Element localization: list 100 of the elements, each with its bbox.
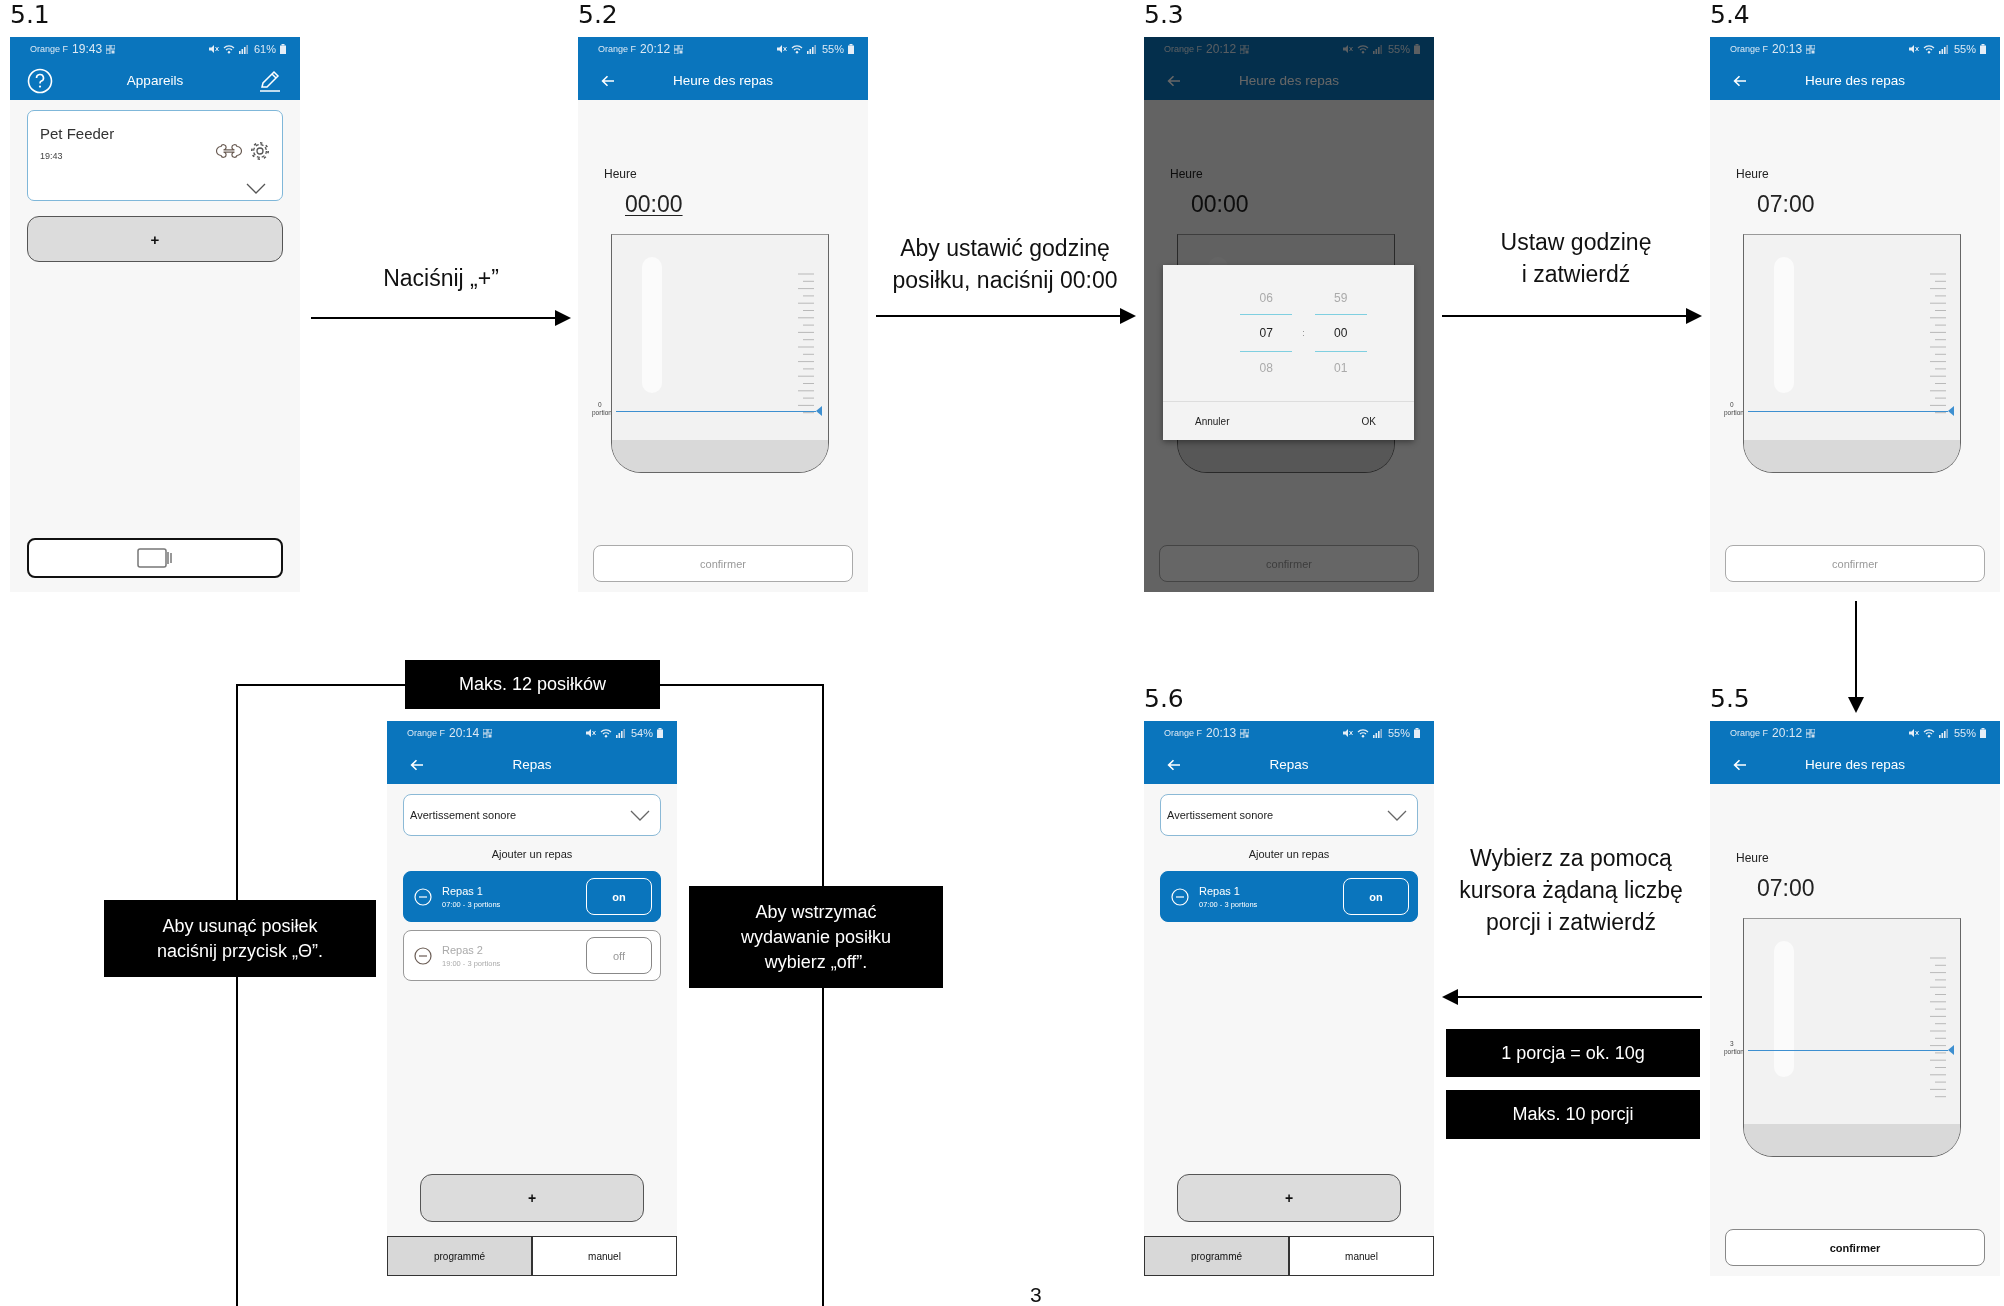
battery-percent: 54% [630,727,653,739]
device-time: 19:43 [40,151,63,161]
screen-title: Heure des repas [672,73,774,88]
mute-icon [775,44,787,54]
signal-icon [1938,728,1948,738]
wifi-icon [599,728,612,738]
chevron-down-icon[interactable] [246,183,266,194]
mute-icon [1341,44,1353,54]
back-icon[interactable] [1733,74,1747,87]
toggle-button[interactable]: on [586,878,652,915]
chevron-down-icon [1387,809,1407,821]
ok-button[interactable]: OK [1357,411,1380,431]
add-meal-link[interactable]: Ajouter un repas [491,848,573,860]
status-time: 20:13 [1772,42,1803,56]
step-number: 5.1 [10,0,50,30]
time-separator: : [1302,328,1305,338]
mute-icon [1341,728,1353,738]
minute-option[interactable]: 00 [1314,314,1367,352]
confirm-button[interactable]: confirmer [1725,1229,1985,1266]
callout-label: Maks. 12 posiłków [405,660,660,709]
battery-icon [1980,728,1986,738]
instruction-text: Ustaw godzinę i zatwierdź [1499,228,1653,289]
cancel-button[interactable]: Annuler [1191,411,1234,431]
battery-icon [848,44,854,54]
wifi-icon [1922,728,1935,738]
battery-icon [657,728,663,738]
carrier-name: Orange F [407,728,446,738]
wifi-icon [1922,44,1935,54]
device-button[interactable] [27,538,283,578]
slider-thumb[interactable] [816,406,822,416]
settings-icon[interactable] [250,141,270,161]
meal-name: Repas 1 [442,884,484,897]
sound-dropdown[interactable]: Avertissement sonore [403,794,661,836]
qr-code-icon [106,44,116,54]
device-card[interactable]: Pet Feeder 19:43 [27,110,283,201]
mode-tab[interactable]: manuel [1289,1236,1434,1276]
screen-title: Heure des repas [1804,73,1906,88]
rectangle-icon [137,547,173,569]
time-label: Heure [1736,167,1769,181]
status-time: 20:13 [1206,726,1237,740]
toggle-button[interactable]: on [1343,878,1409,915]
back-icon[interactable] [1167,758,1181,771]
instruction-text: Naciśnij „+” [382,264,500,293]
mode-tab[interactable]: manuel [532,1236,677,1276]
hour-option[interactable]: 07 [1240,314,1293,352]
status-time: 20:12 [1206,42,1237,56]
pencil-icon[interactable] [258,68,282,93]
wifi-icon [1356,44,1369,54]
signal-icon [806,44,816,54]
meal-name: Repas 1 [1199,884,1241,897]
instruction-text: Aby ustawić godzinę posiłku, naciśnij 00:00 [891,234,1119,295]
mute-icon [1907,728,1919,738]
page-number: 3 [1030,1283,1042,1306]
screen-title: Heure des repas [1804,757,1906,772]
mode-tab[interactable]: programmé [1144,1236,1289,1276]
add-meal-link[interactable]: Ajouter un repas [1248,848,1330,860]
device-name: Pet Feeder [40,125,115,142]
help-icon[interactable] [27,67,53,94]
qr-code-icon [674,44,684,54]
signal-icon [615,728,625,738]
add-button[interactable]: + [27,216,283,262]
sound-dropdown[interactable]: Avertissement sonore [1160,794,1418,836]
carrier-name: Orange F [598,44,637,54]
step-number: 5.6 [1144,684,1184,714]
battery-percent: 55% [821,43,844,55]
back-icon[interactable] [410,758,424,771]
remove-icon[interactable] [414,946,432,965]
carrier-name: Orange F [1164,728,1203,738]
qr-code-icon [1806,44,1816,54]
battery-percent: 61% [253,43,276,55]
battery-percent: 55% [1953,727,1976,739]
slider-thumb[interactable] [1948,1045,1954,1055]
back-icon[interactable] [1733,758,1747,771]
status-time: 20:14 [449,726,480,740]
signal-icon [238,44,248,54]
back-icon[interactable] [601,74,615,87]
battery-icon [1980,44,1986,54]
mute-icon [1907,44,1919,54]
step-number: 5.5 [1710,684,1750,714]
qr-code-icon [1240,44,1250,54]
time-value[interactable]: 07:00 [1757,875,1815,902]
instruction-text: Wybierz za pomocą kursora żądaną liczbę porcji i zatwierdź [1458,844,1684,937]
add-button[interactable]: + [420,1174,644,1222]
qr-code-icon [1806,728,1816,738]
wifi-icon [1356,728,1369,738]
mode-tab[interactable]: programmé [387,1236,532,1276]
mute-icon [584,728,596,738]
signal-icon [1372,44,1382,54]
step-number: 5.2 [578,0,618,30]
add-button[interactable]: + [1177,1174,1401,1222]
bone-icon[interactable] [216,143,242,159]
slider-thumb[interactable] [1948,406,1954,416]
carrier-name: Orange F [1730,44,1769,54]
qr-code-icon [483,728,493,738]
signal-icon [1938,44,1948,54]
battery-icon [1414,44,1420,54]
screen-title: Repas [1268,757,1310,772]
time-value[interactable]: 00:00 [625,191,683,218]
back-icon[interactable] [1167,74,1181,87]
time-value[interactable]: 07:00 [1757,191,1815,218]
